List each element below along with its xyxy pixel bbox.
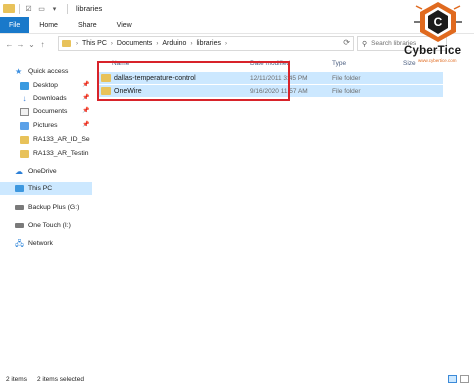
logo-wordmark: CyberTice [404, 45, 462, 57]
divider [67, 3, 68, 14]
sidebar-item-documents[interactable]: Documents [20, 105, 67, 118]
pictures-icon [20, 121, 29, 130]
file-type: File folder [332, 74, 361, 82]
breadcrumb-libraries[interactable]: libraries [196, 40, 221, 47]
star-icon: ★ [15, 66, 23, 76]
forward-arrow-icon[interactable]: → [15, 40, 26, 49]
sidebar-item-onedrive[interactable]: ☁ OneDrive [15, 165, 57, 178]
refresh-icon[interactable]: ⟳ [343, 38, 350, 47]
svg-text:C: C [434, 15, 443, 29]
window-title: libraries [76, 4, 103, 13]
sidebar-item-label: Quick access [28, 68, 69, 75]
chevron-right-icon: › [76, 40, 78, 47]
tab-file[interactable]: File [0, 17, 30, 33]
desktop-icon [20, 81, 29, 90]
sidebar-item-quick-access[interactable]: ★ Quick access [15, 65, 68, 78]
back-arrow-icon[interactable]: ← [4, 40, 15, 49]
sidebar-item-label: Pictures [33, 122, 58, 129]
tab-home[interactable]: Home [29, 17, 68, 33]
breadcrumb-documents[interactable]: Documents [117, 40, 152, 47]
folder-icon [62, 40, 71, 47]
drive-icon [15, 205, 24, 210]
details-view-icon[interactable] [448, 375, 457, 383]
download-icon: ↓ [22, 93, 27, 103]
network-icon: 🖧 [15, 238, 24, 248]
large-icons-view-icon[interactable] [460, 375, 469, 383]
sidebar-item-one-touch[interactable]: One Touch (I:) [15, 219, 71, 232]
recent-locations-icon[interactable]: ⌄ [26, 40, 37, 49]
sidebar-item-label: Downloads [33, 95, 67, 102]
breadcrumb-this-pc[interactable]: This PC [82, 40, 107, 47]
chevron-right-icon: › [224, 40, 227, 47]
tab-share[interactable]: Share [68, 17, 107, 33]
sidebar-item-label: Documents [33, 108, 68, 115]
sidebar-item-this-pc[interactable]: This PC [0, 182, 92, 195]
folder-icon [3, 4, 15, 13]
file-type: File folder [332, 87, 361, 95]
pin-icon[interactable]: 📌 [82, 94, 89, 101]
cloud-icon: ☁ [15, 166, 23, 176]
column-header-type[interactable]: Type [332, 60, 346, 67]
sidebar-item-label: Network [28, 240, 53, 247]
sidebar-item-label: This PC [28, 185, 53, 192]
sidebar-item-desktop[interactable]: Desktop [20, 79, 58, 92]
sidebar-item-network[interactable]: 🖧 Network [15, 237, 53, 250]
sidebar-item-label: RA133_AR_ID_Se [33, 136, 90, 143]
selection-count: 2 items selected [37, 376, 84, 383]
up-arrow-icon[interactable]: ↑ [37, 40, 48, 49]
sidebar-item-label: OneDrive [28, 168, 57, 175]
pin-icon[interactable]: 📌 [82, 121, 89, 128]
new-folder-icon[interactable]: ▭ [37, 4, 46, 13]
search-icon: ⚲ [362, 40, 368, 48]
sidebar-item-downloads[interactable]: ↓ Downloads [20, 92, 67, 105]
properties-icon[interactable]: ☑ [24, 4, 33, 13]
breadcrumb-arduino[interactable]: Arduino [162, 40, 186, 47]
sidebar-item-label: One Touch (I:) [28, 222, 71, 229]
address-bar[interactable]: › This PC › Documents › Arduino › librar… [58, 36, 354, 51]
annotation-highlight-box [97, 61, 290, 101]
sidebar-item-backup-plus[interactable]: Backup Plus (G:) [15, 201, 79, 214]
view-toggle [448, 375, 469, 383]
divider [19, 3, 20, 14]
drive-icon [15, 223, 24, 228]
sidebar-item-label: RA133_AR_Testin [33, 150, 89, 157]
pin-icon[interactable]: 📌 [82, 107, 89, 114]
computer-icon [15, 185, 24, 192]
folder-icon [20, 135, 29, 144]
chevron-right-icon: › [110, 40, 113, 47]
chevron-down-icon[interactable]: ▾ [50, 4, 59, 13]
sidebar-item-ra133-ar-id[interactable]: RA133_AR_ID_Se [20, 133, 90, 146]
sidebar-item-ra133-ar-testing[interactable]: RA133_AR_Testin [20, 147, 89, 160]
pin-icon[interactable]: 📌 [82, 81, 89, 88]
navigation-pane: ★ Quick access Desktop 📌 ↓ Downloads 📌 D… [0, 58, 92, 370]
documents-icon [20, 107, 29, 116]
chevron-right-icon: › [156, 40, 159, 47]
item-count: 2 items [6, 376, 27, 383]
status-bar: 2 items 2 items selected [0, 372, 474, 387]
column-header-size[interactable]: Size [403, 60, 416, 67]
tab-view[interactable]: View [107, 17, 142, 33]
sidebar-item-label: Desktop [33, 82, 58, 89]
sidebar-item-label: Backup Plus (G:) [28, 204, 80, 211]
sidebar-item-pictures[interactable]: Pictures [20, 119, 58, 132]
folder-icon [20, 149, 29, 158]
chevron-right-icon: › [190, 40, 193, 47]
